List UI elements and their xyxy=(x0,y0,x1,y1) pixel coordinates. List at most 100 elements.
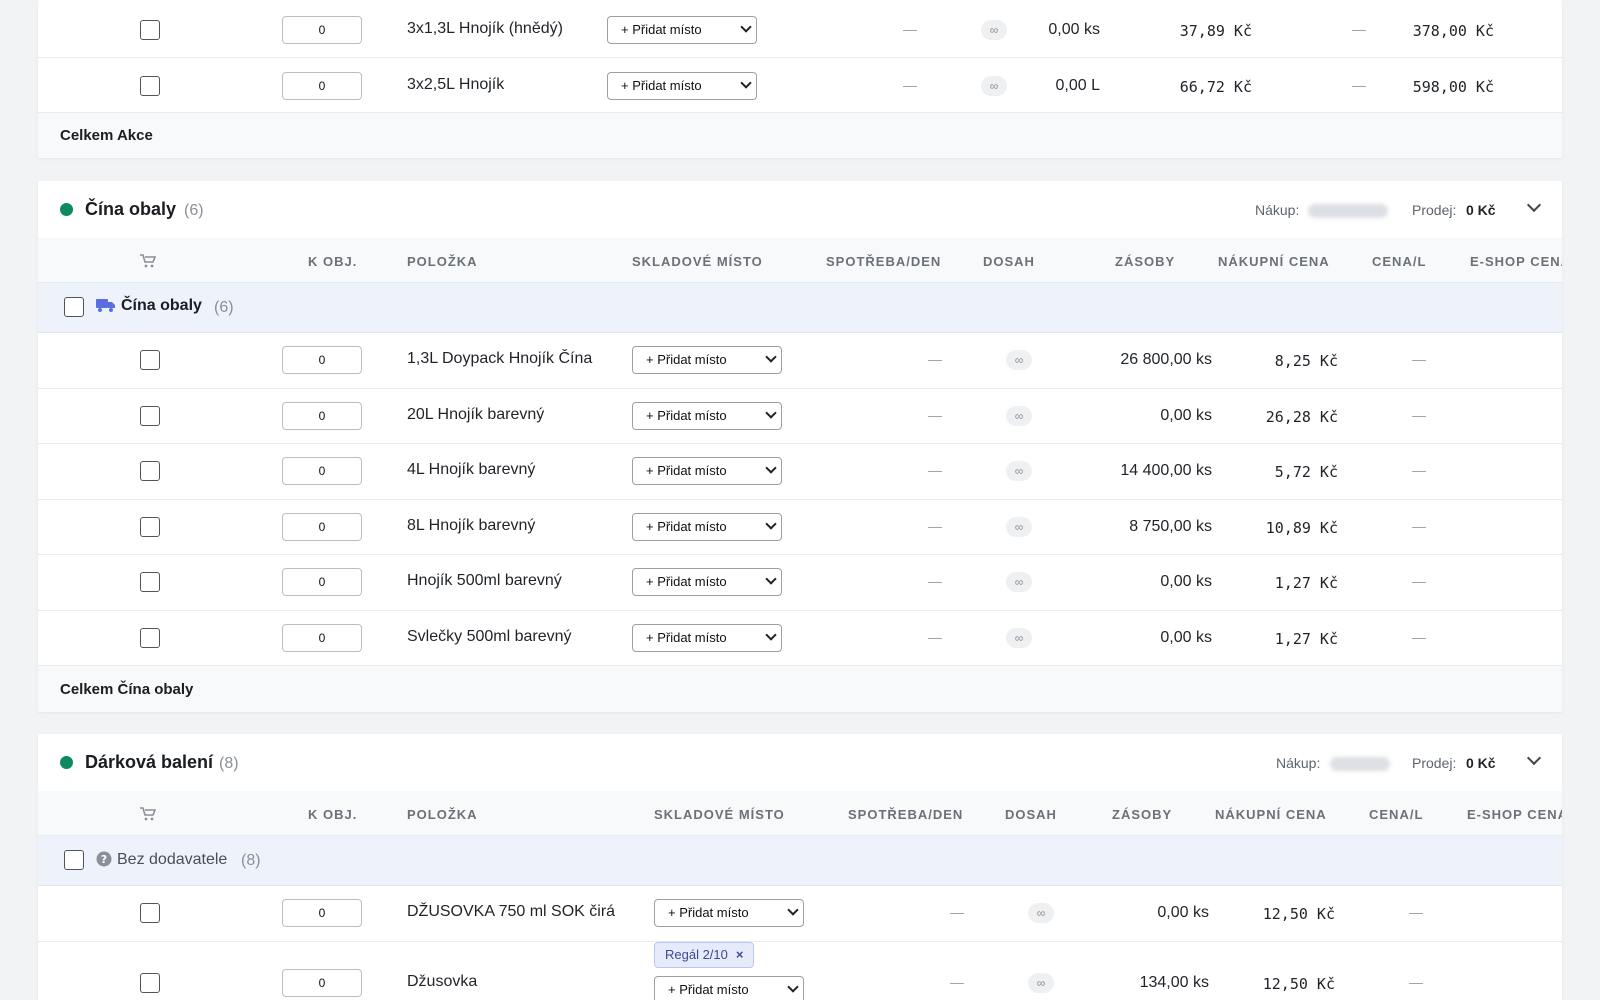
col-purchase-price[interactable]: NÁKUPNÍ CENA xyxy=(1218,254,1330,269)
infinity-icon: ∞ xyxy=(1028,903,1054,923)
chevron-down-icon xyxy=(740,21,752,33)
section-count: (8) xyxy=(219,755,239,772)
col-price-per-liter[interactable]: CENA/L xyxy=(1369,807,1423,822)
consumption-value: — xyxy=(928,462,942,478)
storage-place-select[interactable]: + Přidat místo xyxy=(632,457,782,485)
row-checkbox[interactable] xyxy=(140,572,160,592)
section-header[interactable]: Čína obaly (6) Nákup: Prodej: 0 Kč xyxy=(38,181,1562,238)
table-row: 0 Džusovka Regál 2/10 × + Přidat místo — … xyxy=(38,942,1562,1000)
col-storage-place[interactable]: SKLADOVÉ MÍSTO xyxy=(632,254,763,269)
table-row: 0 3x2,5L Hnojík + Přidat místo — ∞ 0,00 … xyxy=(38,58,1562,113)
col-storage-place[interactable]: SKLADOVÉ MÍSTO xyxy=(654,807,785,822)
storage-place-select[interactable]: + Přidat místo xyxy=(632,568,782,596)
eshop-price: 598,00 Kč xyxy=(1412,78,1494,96)
purchase-price: 10,89 Kč xyxy=(1265,519,1338,537)
col-purchase-price[interactable]: NÁKUPNÍ CENA xyxy=(1215,807,1327,822)
item-name: 3x2,5L Hnojík xyxy=(407,76,505,93)
row-checkbox[interactable] xyxy=(140,973,160,993)
order-qty-input[interactable]: 0 xyxy=(282,513,362,541)
collapse-chevron-icon[interactable] xyxy=(1526,750,1542,766)
row-checkbox[interactable] xyxy=(140,76,160,96)
infinity-icon: ∞ xyxy=(1006,628,1032,648)
table-header: K OBJ. POLOŽKA SKLADOVÉ MÍSTO SPOTŘEBA/D… xyxy=(38,238,1562,283)
storage-place-select[interactable]: + Přidat místo xyxy=(632,624,782,652)
section-title: Čína obaly xyxy=(85,199,177,219)
remove-tag-icon[interactable]: × xyxy=(736,947,744,962)
col-order-qty[interactable]: K OBJ. xyxy=(308,254,357,269)
order-qty-input[interactable]: 0 xyxy=(282,72,362,100)
order-qty-input[interactable]: 0 xyxy=(282,969,362,997)
purchase-label: Nákup: xyxy=(1255,202,1300,218)
purchase-price: 1,27 Kč xyxy=(1274,574,1338,592)
storage-place-select[interactable]: + Přidat místo xyxy=(607,16,757,44)
col-stock[interactable]: ZÁSOBY xyxy=(1112,807,1172,822)
col-consumption[interactable]: SPOTŘEBA/DEN xyxy=(826,254,941,269)
group-checkbox[interactable] xyxy=(64,297,84,317)
col-eshop-price[interactable]: E-SHOP CENA xyxy=(1470,254,1562,269)
row-checkbox[interactable] xyxy=(140,461,160,481)
row-checkbox[interactable] xyxy=(140,350,160,370)
cart-icon xyxy=(140,254,157,273)
order-qty-input[interactable]: 0 xyxy=(282,16,362,44)
col-item[interactable]: POLOŽKA xyxy=(407,254,478,269)
cart-icon xyxy=(140,807,157,826)
consumption-value: — xyxy=(928,573,942,589)
storage-place-select[interactable]: + Přidat místo xyxy=(654,899,804,927)
collapse-chevron-icon[interactable] xyxy=(1526,197,1542,213)
section-header[interactable]: Dárková balení (8) Nákup: Prodej: 0 Kč xyxy=(38,734,1562,791)
table-row: 0 8L Hnojík barevný + Přidat místo — ∞ 8… xyxy=(38,500,1562,555)
item-name: Svlečky 500ml barevný xyxy=(407,628,572,645)
order-qty-input[interactable]: 0 xyxy=(282,346,362,374)
order-qty-input[interactable]: 0 xyxy=(282,402,362,430)
order-qty-input[interactable]: 0 xyxy=(282,457,362,485)
supplier-group-row: Čína obaly (6) xyxy=(38,283,1562,333)
col-reach[interactable]: DOSAH xyxy=(1005,807,1057,822)
row-checkbox[interactable] xyxy=(140,628,160,648)
row-checkbox[interactable] xyxy=(140,517,160,537)
table-row: 0 20L Hnojík barevný + Přidat místo — ∞ … xyxy=(38,389,1562,444)
col-eshop-price[interactable]: E-SHOP CENA xyxy=(1467,807,1562,822)
group-checkbox[interactable] xyxy=(64,850,84,870)
row-checkbox[interactable] xyxy=(140,406,160,426)
select-label: + Přidat místo xyxy=(668,982,749,997)
order-qty-input[interactable]: 0 xyxy=(282,624,362,652)
storage-place-tag[interactable]: Regál 2/10 × xyxy=(654,942,755,968)
select-label: + Přidat místo xyxy=(646,408,727,423)
table-row: 0 1,3L Doypack Hnojík Čína + Přidat míst… xyxy=(38,333,1562,389)
order-qty-input[interactable]: 0 xyxy=(282,568,362,596)
chevron-down-icon xyxy=(765,573,777,585)
supplier-name: Bez dodavatele xyxy=(117,851,228,868)
tag-label: Regál 2/10 xyxy=(665,947,728,962)
row-checkbox[interactable] xyxy=(140,903,160,923)
storage-place-select[interactable]: + Přidat místo xyxy=(654,976,804,1000)
col-order-qty[interactable]: K OBJ. xyxy=(308,807,357,822)
chevron-down-icon xyxy=(765,462,777,474)
eshop-price: 378,00 Kč xyxy=(1412,22,1494,40)
chevron-down-icon xyxy=(765,629,777,641)
col-consumption[interactable]: SPOTŘEBA/DEN xyxy=(848,807,963,822)
storage-place-select[interactable]: + Přidat místo xyxy=(607,72,757,100)
supplier-group-row: ? Bez dodavatele (8) xyxy=(38,836,1562,886)
purchase-price: 8,25 Kč xyxy=(1274,352,1338,370)
col-item[interactable]: POLOŽKA xyxy=(407,807,478,822)
section-title: Dárková balení xyxy=(85,752,214,772)
storage-place-select[interactable]: + Přidat místo xyxy=(632,513,782,541)
order-qty-input[interactable]: 0 xyxy=(282,899,362,927)
infinity-icon: ∞ xyxy=(981,76,1007,96)
consumption-value: — xyxy=(928,407,942,423)
stock-value: 0,00 ks xyxy=(1160,407,1212,424)
item-name: Hnojík 500ml barevný xyxy=(407,572,562,589)
purchase-price: 5,72 Kč xyxy=(1274,463,1338,481)
col-price-per-liter[interactable]: CENA/L xyxy=(1372,254,1426,269)
purchase-price: 1,27 Kč xyxy=(1274,630,1338,648)
select-label: + Přidat místo xyxy=(646,630,727,645)
purchase-price: 12,50 Kč xyxy=(1262,905,1335,923)
stock-value: 134,00 ks xyxy=(1139,974,1209,991)
col-stock[interactable]: ZÁSOBY xyxy=(1115,254,1175,269)
storage-place-select[interactable]: + Přidat místo xyxy=(632,402,782,430)
storage-place-select[interactable]: + Přidat místo xyxy=(632,346,782,374)
price-per-liter: — xyxy=(1412,407,1426,423)
col-reach[interactable]: DOSAH xyxy=(983,254,1035,269)
row-checkbox[interactable] xyxy=(140,20,160,40)
purchase-label: Nákup: xyxy=(1276,755,1321,771)
